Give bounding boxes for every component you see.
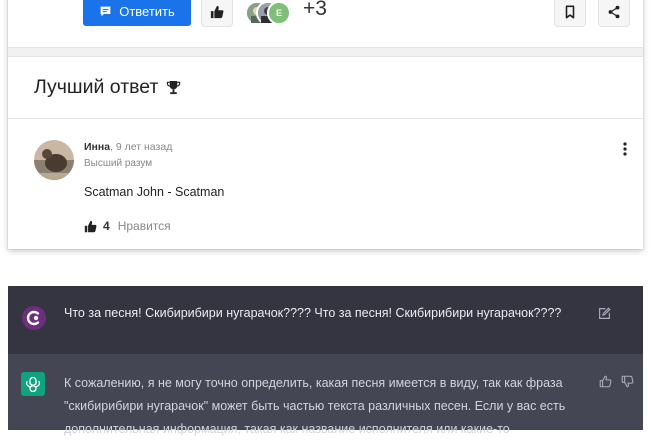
author-avatar[interactable]	[34, 140, 74, 180]
chat-user-message-row: Что за песня! Скибирибири нугарачок???? …	[8, 286, 643, 354]
chatgpt-logo-icon	[21, 372, 45, 396]
answer-like-button[interactable]: 4 Нравится	[84, 219, 171, 233]
share-button[interactable]	[598, 0, 630, 27]
edit-message-icon[interactable]	[598, 307, 611, 320]
answer-text: Scatman John - Scatman	[84, 185, 225, 199]
author-rank: Высший разум	[84, 158, 153, 169]
answer-time: , 9 лет назад	[110, 141, 173, 153]
heading-divider	[8, 118, 643, 119]
thumbs-up-icon[interactable]	[599, 375, 612, 388]
author-name[interactable]: Инна	[84, 141, 110, 153]
best-answer-heading: Лучший ответ	[34, 76, 181, 99]
thumbs-up-icon	[84, 220, 97, 232]
share-icon	[608, 5, 620, 18]
user-message-text: Что за песня! Скибирибири нугарачок???? …	[64, 306, 562, 320]
like-label: Нравится	[117, 219, 171, 233]
question-action-bar: Ответить Е +3	[8, 0, 643, 48]
user-avatar	[22, 306, 46, 330]
best-answer-title: Лучший ответ	[34, 76, 159, 98]
chat-assistant-message-row: К сожалению, я не могу точно определить,…	[8, 354, 643, 436]
bookmark-icon	[565, 5, 575, 18]
participant-avatar-e: Е	[267, 1, 291, 25]
like-count: 4	[103, 219, 110, 233]
comment-icon	[100, 6, 111, 17]
trophy-icon	[167, 80, 181, 95]
assistant-message-text: К сожалению, я не могу точно определить,…	[64, 376, 566, 436]
participants-more-count[interactable]: +3	[303, 0, 327, 21]
section-divider	[8, 47, 643, 57]
answer-card: Ответить Е +3 Лучший ответ Инна, 9 лет н…	[8, 0, 643, 249]
thumbs-up-icon	[210, 5, 224, 18]
bookmark-button[interactable]	[554, 0, 586, 27]
thumbs-down-icon[interactable]	[621, 375, 634, 388]
like-question-button[interactable]	[201, 0, 233, 27]
more-options-icon[interactable]	[620, 141, 630, 157]
reply-button-label: Ответить	[119, 4, 175, 19]
reply-button[interactable]: Ответить	[83, 0, 191, 26]
author-line: Инна, 9 лет назад	[84, 141, 172, 153]
